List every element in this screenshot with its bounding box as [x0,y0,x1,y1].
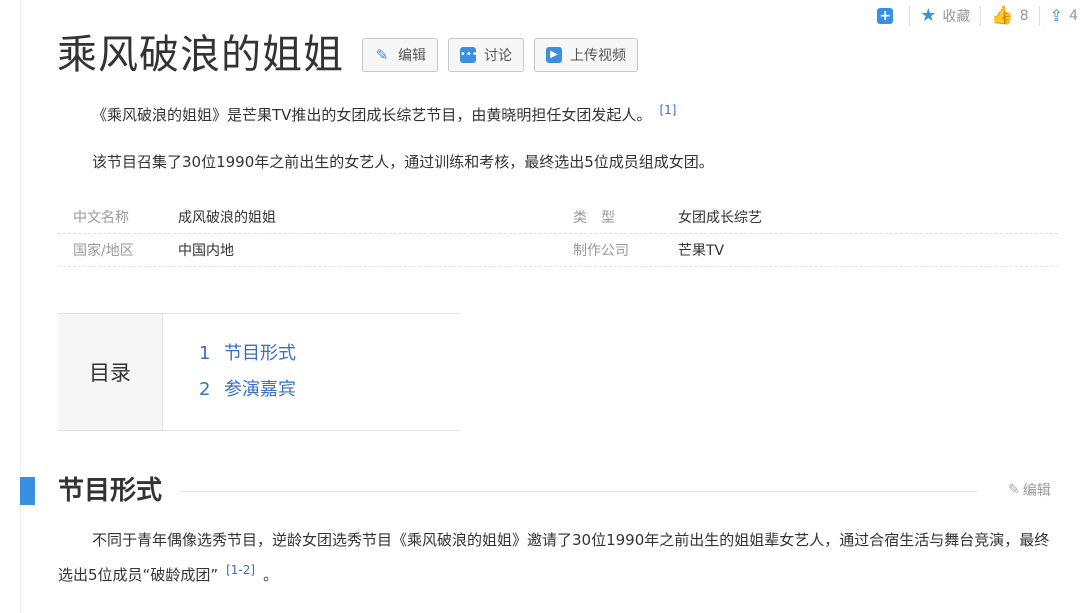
page-title: 乘风破浪的姐姐 [57,32,344,78]
section-edit-button[interactable]: ✎ 编辑 [1008,480,1051,500]
edit-button-label: 编辑 [398,48,426,64]
basic-info-box: 中文名称 成风破浪的姐姐 类 型 女团成长综艺 国家/地区 中国内地 制作公司 … [58,201,1058,267]
info-label: 中文名称 [73,210,129,226]
share-icon: ⇪ [1049,6,1064,25]
share-count: 4 [1069,8,1078,24]
toc-item-label: 节目形式 [224,343,296,364]
chat-icon: ••• [460,47,478,63]
info-label: 国家/地区 [73,243,134,259]
edit-button[interactable]: ✎ 编辑 [362,38,438,72]
intro-paragraph-1: 《乘风破浪的姐姐》是芒果TV推出的女团成长综艺节目，由黄晓明担任女团发起人。 [1… [58,95,1058,130]
pencil-icon: ✎ [375,46,389,64]
info-label: 制作公司 [573,243,629,259]
toc-item-number: 2 [199,379,211,400]
plus-box-icon: + [877,8,894,24]
discuss-button[interactable]: ••• 讨论 [448,38,524,72]
left-divider [20,0,21,613]
info-value: 女团成长综艺 [678,210,762,226]
reference-link[interactable]: [1-2] [226,563,255,577]
intro-paragraph-2: 该节目召集了30位1990年之前出生的女艺人，通过训练和考核，最终选出5位成员组… [58,147,1058,177]
toc-item-number: 1 [199,343,211,364]
info-value: 芒果TV [678,243,725,259]
toc-item-label: 参演嘉宾 [224,379,296,400]
section-edit-label: 编辑 [1022,483,1051,499]
section-marker [20,477,35,505]
toc-item-2[interactable]: 2 参演嘉宾 [199,372,296,408]
thumbs-up-icon: 👍 [991,5,1014,26]
discuss-button-label: 讨论 [484,48,512,64]
title-row: 乘风破浪的姐姐 ✎ 编辑 ••• 讨论 ▶ 上传视频 [57,27,648,83]
info-value: 成风破浪的姐姐 [178,210,276,226]
table-of-contents: 目录 1 节目形式 2 参演嘉宾 [58,313,460,431]
star-icon: ★ [920,5,937,26]
info-row: 国家/地区 中国内地 制作公司 芒果TV [58,234,1058,267]
pencil-icon: ✎ [1008,482,1020,498]
reference-link[interactable]: [1] [659,103,676,117]
encyclopedia-page: + ★ 收藏 👍 8 ⇪ 4 乘风破浪的姐姐 ✎ 编辑 ••• 讨论 ▶ 上传视… [0,0,1080,613]
play-icon: ▶ [546,47,562,63]
toc-heading: 目录 [58,314,163,430]
intro-text-1: 《乘风破浪的姐姐》是芒果TV推出的女团成长综艺节目，由黄晓明担任女团发起人。 [92,106,652,124]
section-body-tail: 。 [263,566,279,584]
info-label: 类 型 [573,210,615,226]
section-title: 节目形式 [58,476,163,506]
favorite-label: 收藏 [942,9,971,25]
favorite-button[interactable]: ★ 收藏 [910,5,980,27]
section-divider [180,491,978,492]
section-paragraph: 不同于青年偶像选秀节目，逆龄女团选秀节目《乘风破浪的姐姐》邀请了30位1990年… [58,525,1063,590]
share-button[interactable]: ⇪ 4 [1040,5,1080,27]
top-toolbar: + ★ 收藏 👍 8 ⇪ 4 [867,5,1080,27]
info-value: 中国内地 [178,243,234,259]
intro-text-2: 该节目召集了30位1990年之前出生的女艺人，通过训练和考核，最终选出5位成员组… [92,153,714,171]
add-button[interactable]: + [867,5,909,27]
toc-list: 1 节目形式 2 参演嘉宾 [163,314,296,430]
upload-video-button[interactable]: ▶ 上传视频 [534,38,638,72]
toc-item-1[interactable]: 1 节目形式 [199,336,296,372]
section-body-text: 不同于青年偶像选秀节目，逆龄女团选秀节目《乘风破浪的姐姐》邀请了30位1990年… [58,531,1050,584]
like-count: 8 [1019,8,1029,24]
info-row: 中文名称 成风破浪的姐姐 类 型 女团成长综艺 [58,201,1058,234]
like-button[interactable]: 👍 8 [981,5,1038,27]
upload-video-label: 上传视频 [570,48,626,64]
